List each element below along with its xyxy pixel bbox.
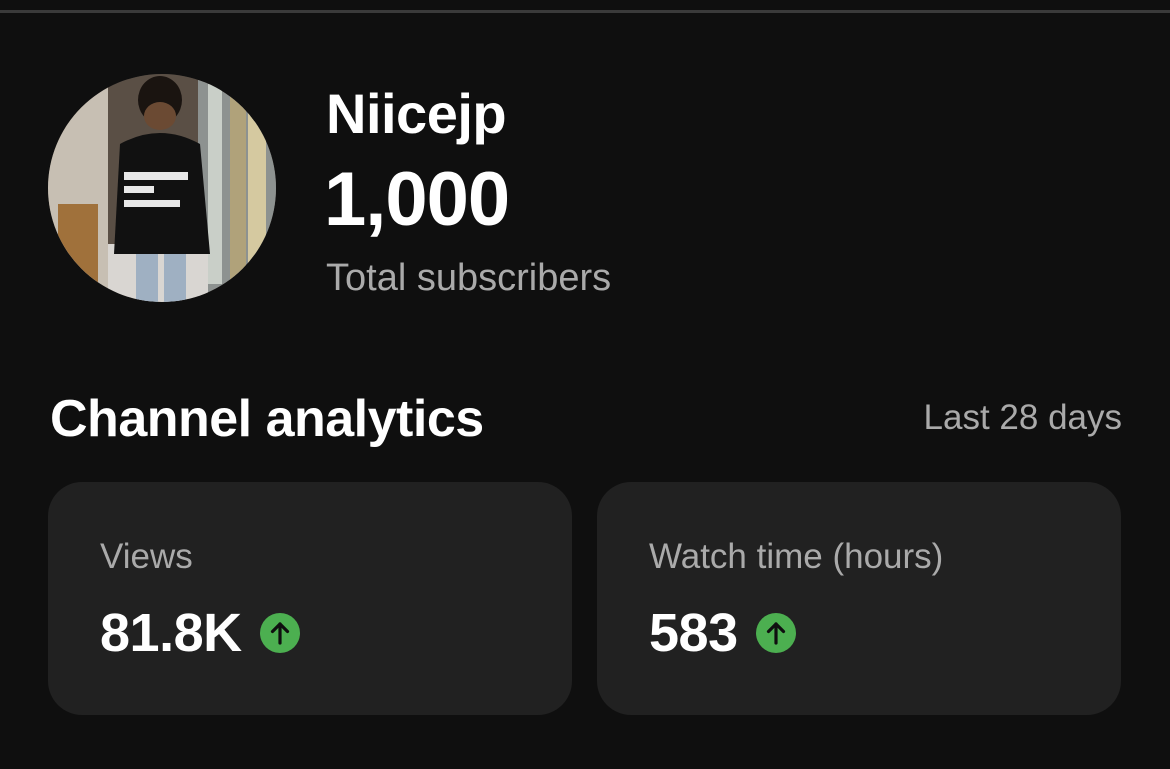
channel-name: Niicejp	[326, 82, 507, 145]
period-selector[interactable]: Last 28 days	[924, 397, 1122, 439]
watch-time-label: Watch time (hours)	[649, 537, 944, 576]
views-value: 81.8K	[100, 603, 242, 663]
avatar-photo	[48, 74, 276, 302]
section-title: Channel analytics	[50, 390, 484, 448]
arrow-up-circle-icon	[755, 613, 796, 653]
subscriber-count: 1,000	[324, 157, 510, 242]
views-card[interactable]: Views 81.8K	[48, 482, 572, 715]
subscriber-label: Total subscribers	[326, 257, 612, 299]
watch-time-value-row: 583	[649, 603, 796, 663]
arrow-up-circle-icon	[259, 613, 300, 653]
top-divider	[0, 10, 1170, 13]
channel-avatar[interactable]	[48, 74, 276, 302]
views-label: Views	[100, 537, 193, 576]
watch-time-value: 583	[649, 603, 738, 663]
views-value-row: 81.8K	[100, 603, 300, 663]
watch-time-card[interactable]: Watch time (hours) 583	[597, 482, 1121, 715]
